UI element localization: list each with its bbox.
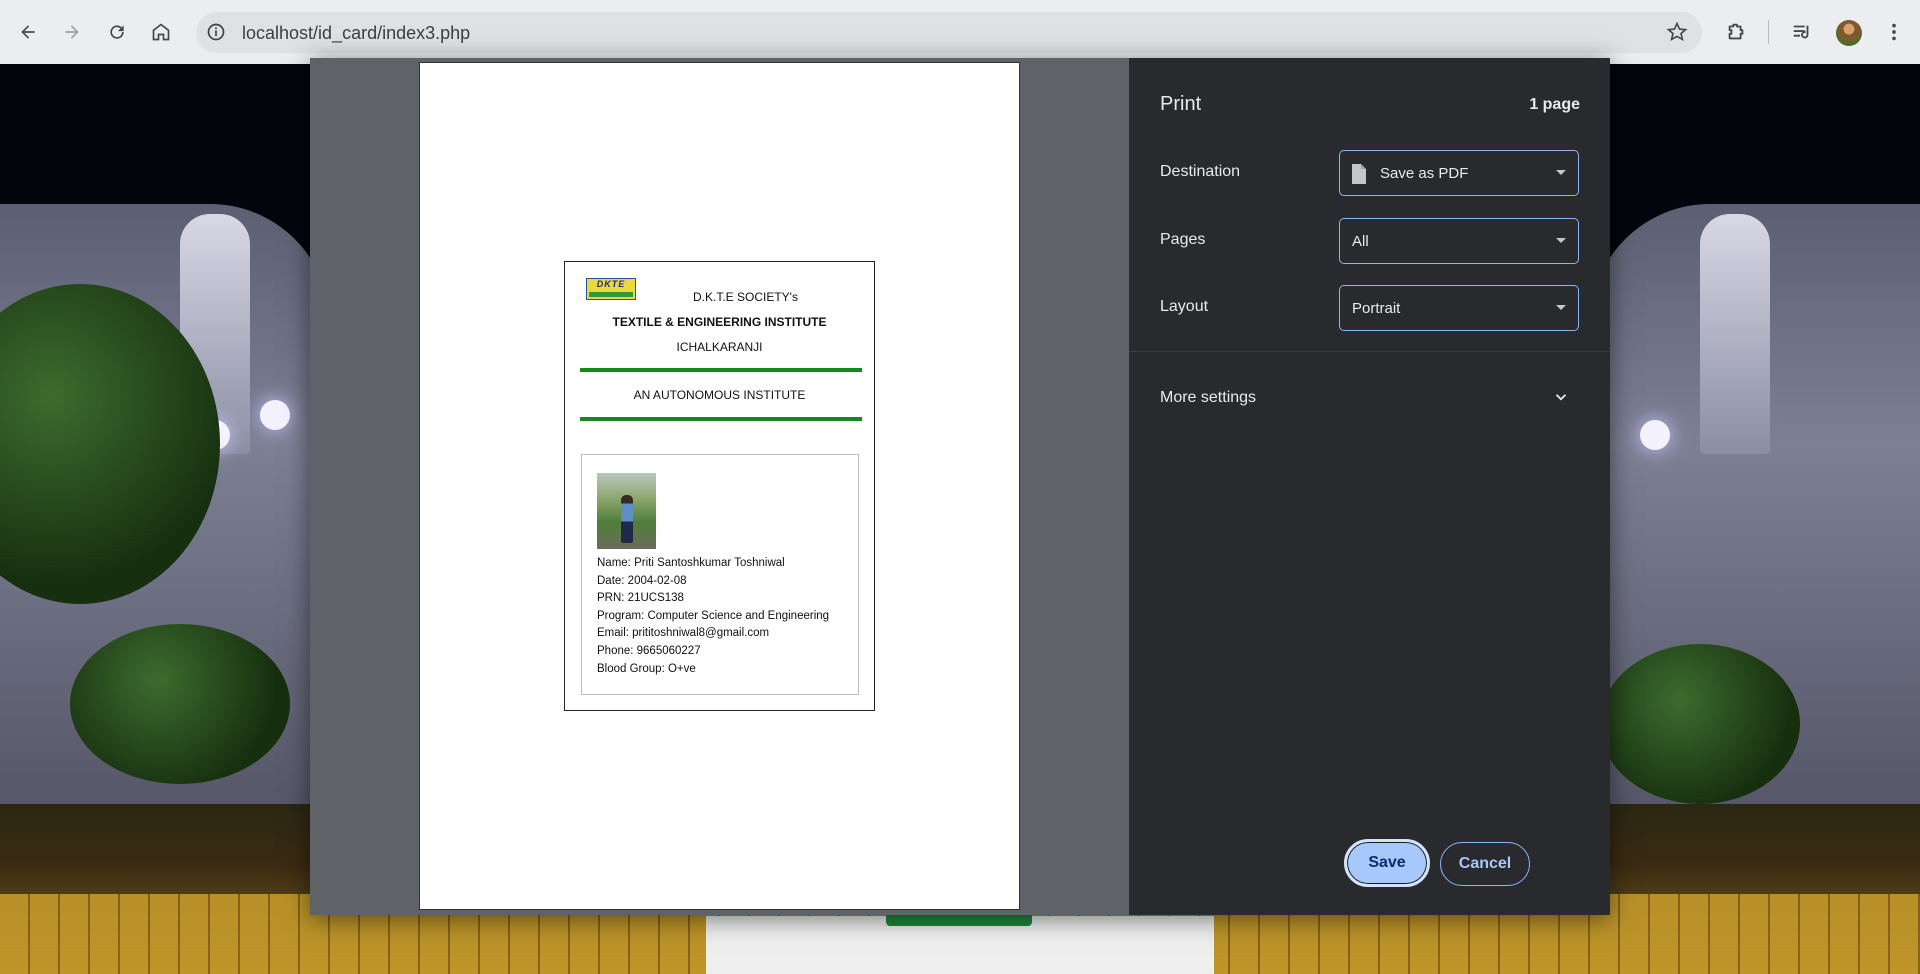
background-tower-right [1700,214,1770,454]
more-settings-toggle[interactable]: More settings [1160,389,1256,407]
save-button[interactable]: Save [1344,839,1430,887]
home-icon[interactable] [145,16,177,48]
student-photo [597,473,656,549]
browser-toolbar: localhost/id_card/index3.php [0,0,1920,64]
student-photo-figure [621,495,633,543]
dropdown-caret-icon [1556,238,1566,243]
destination-value: Save as PDF [1380,165,1469,182]
kebab-menu-icon[interactable] [1880,18,1908,46]
reload-icon[interactable] [101,16,133,48]
print-settings-panel: Print 1 page Destination Save as PDF Pag… [1129,58,1610,915]
pages-select[interactable]: All [1339,218,1579,264]
green-divider [580,417,862,421]
student-date: Date: 2004-02-08 [597,574,687,587]
society-name: D.K.T.E SOCIETY's [693,290,798,304]
pages-value: All [1352,233,1369,250]
student-blood-group: Blood Group: O+ve [597,662,696,675]
student-info-box: Name: Priti Santoshkumar Toshniwal Date:… [581,454,859,695]
dropdown-caret-icon [1556,170,1566,175]
print-title: Print [1160,93,1202,115]
student-details: Name: Priti Santoshkumar Toshniwal Date:… [597,555,829,678]
layout-label: Layout [1160,298,1209,315]
site-info-icon[interactable] [206,22,226,42]
layout-select[interactable]: Portrait [1339,285,1579,331]
dropdown-caret-icon [1556,305,1566,310]
settings-divider [1129,351,1610,352]
chevron-down-icon[interactable] [1552,388,1570,406]
background-shrub [70,624,290,784]
destination-label: Destination [1160,163,1241,180]
student-phone: Phone: 9665060227 [597,644,701,657]
institute-name: TEXTILE & ENGINEERING INSTITUTE [612,315,827,329]
url-text[interactable]: localhost/id_card/index3.php [242,23,470,44]
back-icon[interactable] [12,16,44,48]
profile-avatar[interactable] [1836,20,1862,46]
extensions-icon[interactable] [1722,18,1750,46]
address-bar[interactable]: localhost/id_card/index3.php [196,12,1702,53]
background-lamp [1640,420,1670,450]
background-page-button [886,914,1032,926]
student-program: Program: Computer Science and Engineerin… [597,609,830,622]
green-divider [580,368,862,372]
id-card: DKTE D.K.T.E SOCIETY's TEXTILE & ENGINEE… [564,261,875,711]
background-lamp [260,400,290,430]
student-prn: PRN: 21UCS138 [597,592,684,605]
pages-label: Pages [1160,231,1206,248]
toolbar-separator [1768,20,1769,44]
layout-value: Portrait [1352,300,1401,317]
background-shrub [1600,644,1800,804]
student-name: Name: Priti Santoshkumar Toshniwal [597,557,785,569]
print-preview-area: DKTE D.K.T.E SOCIETY's TEXTILE & ENGINEE… [310,58,1129,915]
autonomous-tagline: AN AUTONOMOUS INSTITUTE [633,388,806,402]
destination-select[interactable]: Save as PDF [1339,150,1579,196]
city-name: ICHALKARANJI [676,340,763,354]
page-count: 1 page [1529,96,1580,113]
student-email: Email: prititoshniwal8@gmail.com [597,627,770,640]
media-queue-icon[interactable] [1788,18,1816,46]
cancel-button[interactable]: Cancel [1440,842,1530,886]
logo-text: DKTE [596,279,626,289]
document-icon [1352,164,1366,184]
forward-icon[interactable] [56,16,88,48]
bookmark-star-icon[interactable] [1666,21,1688,43]
print-dialog: DKTE D.K.T.E SOCIETY's TEXTILE & ENGINEE… [310,58,1610,915]
preview-page: DKTE D.K.T.E SOCIETY's TEXTILE & ENGINEE… [419,62,1020,910]
